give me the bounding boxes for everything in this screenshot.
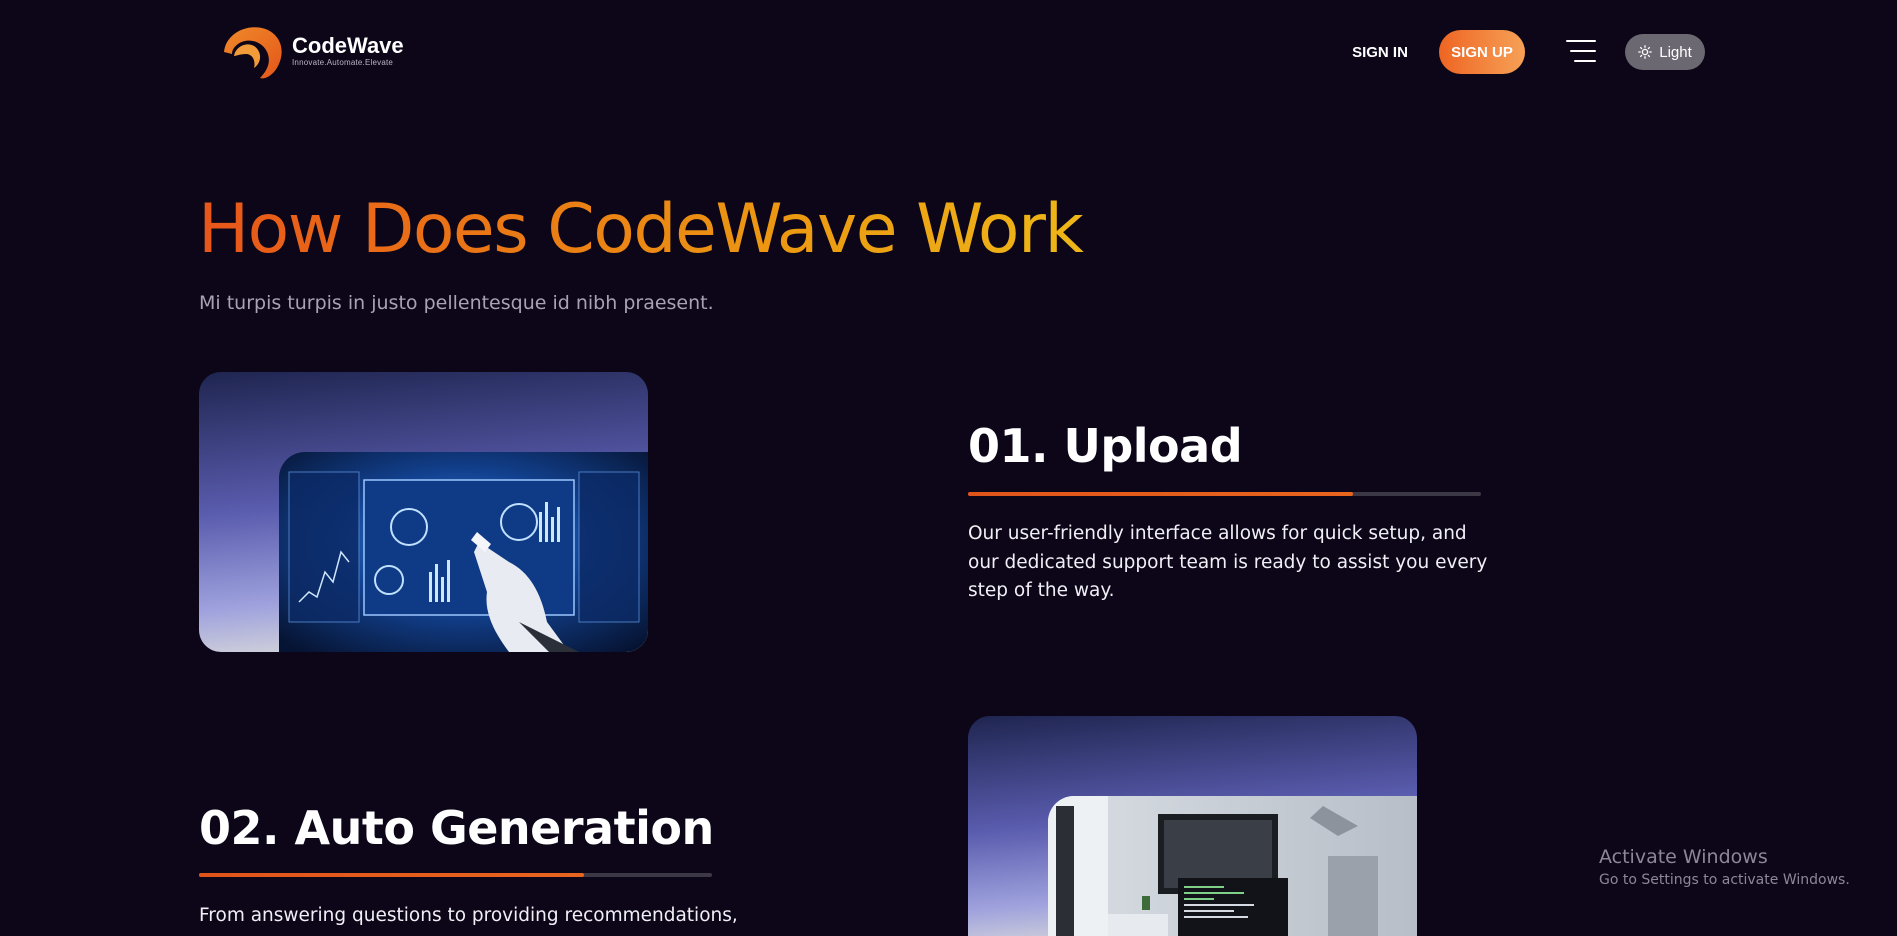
sign-in-button[interactable]: SIGN IN [1336, 32, 1424, 72]
step-2-progress-bar [199, 873, 712, 877]
robot-hand-dashboard-image [279, 452, 648, 652]
watermark-title: Activate Windows [1599, 846, 1768, 868]
page-subtitle: Mi turpis turpis in justo pellentesque i… [199, 292, 714, 314]
step-2-description: From answering questions to providing re… [199, 905, 738, 926]
page-title: How Does CodeWave Work [198, 188, 1198, 272]
step-1-title: 01. Upload [968, 419, 1243, 473]
site-header: CodeWave Innovate.Automate.Elevate SIGN … [0, 0, 1897, 104]
sign-up-button[interactable]: SIGN UP [1439, 30, 1525, 74]
step-1-progress-fill [968, 492, 1353, 496]
watermark-subtitle: Go to Settings to activate Windows. [1599, 872, 1850, 888]
step-2-image-card [968, 716, 1417, 936]
theme-toggle-button[interactable]: Light [1625, 34, 1705, 70]
step-1-description: Our user-friendly interface allows for q… [968, 523, 1488, 601]
step-1-progress-bar [968, 492, 1481, 496]
theme-toggle-label: Light [1659, 43, 1692, 61]
windows-activation-watermark: Activate Windows Go to Settings to activ… [1599, 844, 1850, 890]
hamburger-menu-icon[interactable] [1566, 40, 1596, 62]
brand-name: CodeWave [292, 33, 404, 58]
logo-wave-icon [224, 27, 282, 79]
step-1-image-card [199, 372, 648, 652]
desk-computer-image [1048, 796, 1417, 936]
brand-logo[interactable]: CodeWave Innovate.Automate.Elevate [220, 22, 420, 80]
step-2-progress-fill [199, 873, 584, 877]
sun-icon [1638, 45, 1653, 59]
brand-tagline: Innovate.Automate.Elevate [292, 58, 394, 67]
step-2-title: 02. Auto Generation [199, 801, 714, 855]
